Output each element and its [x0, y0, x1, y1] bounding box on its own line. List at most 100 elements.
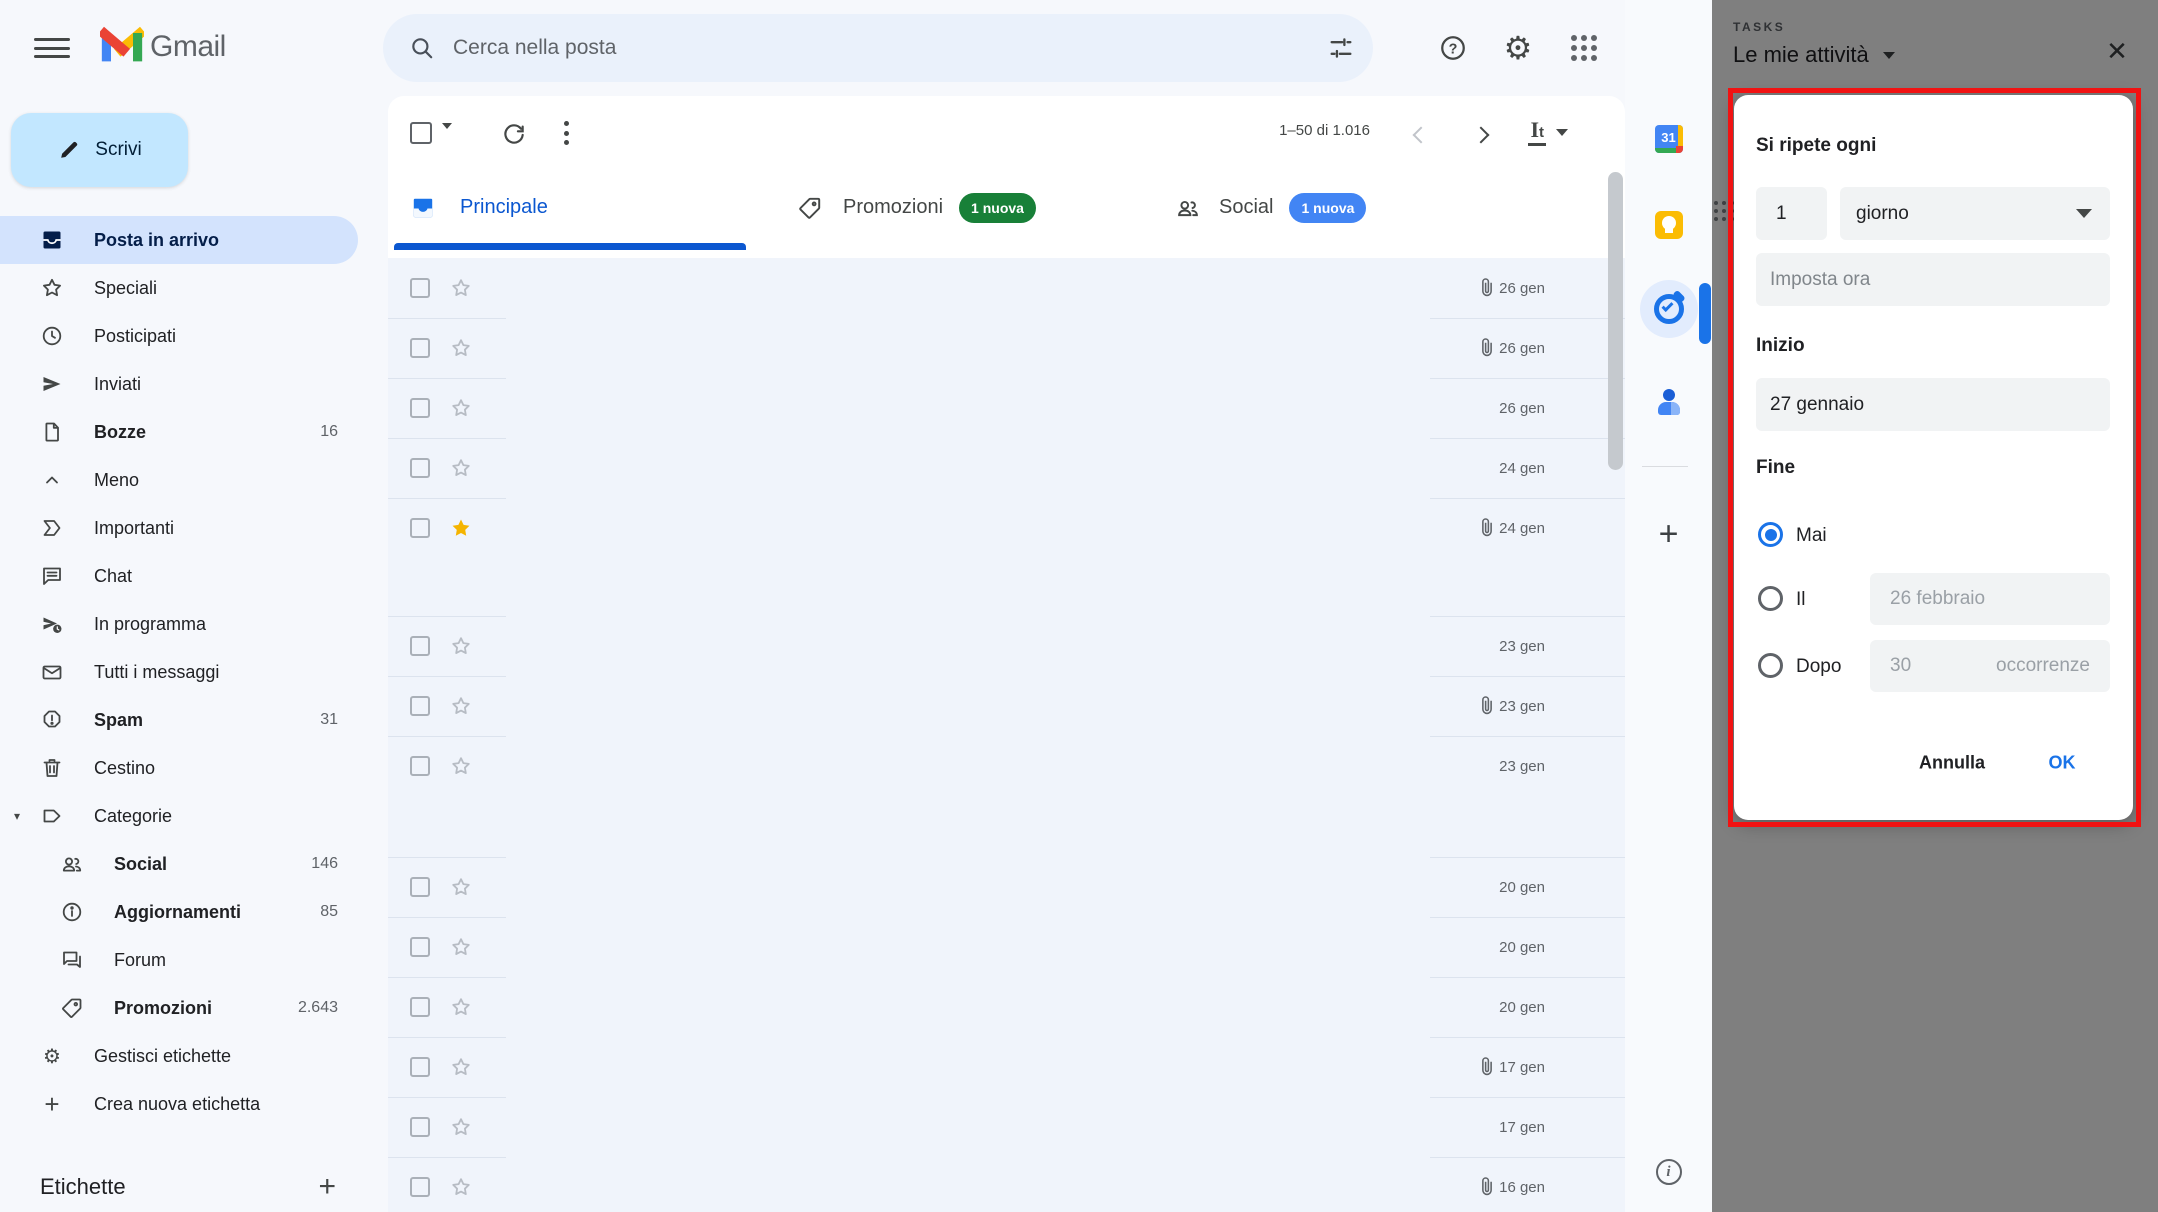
- sidebar-item-spam[interactable]: Spam 31: [0, 696, 358, 744]
- email-row[interactable]: 17 gen: [388, 1037, 1625, 1097]
- tab-principale[interactable]: Principale: [410, 165, 548, 250]
- older-page-chevron-icon[interactable]: [1466, 120, 1496, 150]
- settings-gear-icon[interactable]: ⚙: [1494, 24, 1542, 72]
- select-all-checkbox[interactable]: [410, 122, 432, 144]
- row-checkbox[interactable]: [410, 518, 430, 538]
- calendar-icon[interactable]: 31: [1655, 125, 1683, 153]
- email-row[interactable]: 16 gen: [388, 1157, 1625, 1212]
- chat-icon: [40, 564, 64, 588]
- star-toggle-icon[interactable]: [448, 1054, 474, 1080]
- row-checkbox[interactable]: [410, 278, 430, 298]
- row-checkbox[interactable]: [410, 1117, 430, 1137]
- compose-button[interactable]: Scrivi: [11, 113, 188, 187]
- sidebar-item-posticipati[interactable]: Posticipati: [0, 312, 358, 360]
- star-toggle-icon[interactable]: [448, 515, 474, 541]
- refresh-icon[interactable]: [496, 117, 532, 153]
- sidebar-item-aggiornamenti[interactable]: Aggiornamenti 85: [0, 888, 358, 936]
- inbox-icon: [40, 228, 64, 252]
- sidebar-item-label: Gestisci etichette: [94, 1046, 231, 1067]
- select-dropdown-caret-icon[interactable]: [442, 129, 452, 147]
- row-checkbox[interactable]: [410, 696, 430, 716]
- search-filter-icon[interactable]: [1327, 34, 1355, 62]
- row-checkbox[interactable]: [410, 636, 430, 656]
- sidebar-item-in-programma[interactable]: In programma: [0, 600, 358, 648]
- tab-social[interactable]: Social 1 nuova: [1175, 165, 1366, 250]
- sidebar-item-chat[interactable]: Chat: [0, 552, 358, 600]
- pencil-icon: [57, 138, 81, 162]
- sidebar-item-inviati[interactable]: Inviati: [0, 360, 358, 408]
- sidebar-item-crea-nuova-etichetta[interactable]: + Crea nuova etichetta: [0, 1080, 358, 1128]
- star-toggle-icon[interactable]: [448, 335, 474, 361]
- help-icon[interactable]: ?: [1429, 24, 1477, 72]
- sidebar-item-importanti[interactable]: Importanti: [0, 504, 358, 552]
- star-toggle-icon[interactable]: [448, 753, 474, 779]
- active-tab-underline: [394, 243, 746, 250]
- email-row[interactable]: 26 gen: [388, 378, 1625, 438]
- search-bar[interactable]: [383, 14, 1373, 82]
- star-toggle-icon[interactable]: [448, 693, 474, 719]
- tab-promozioni[interactable]: Promozioni 1 nuova: [797, 165, 1036, 250]
- more-options-icon[interactable]: [564, 121, 570, 145]
- create-label-plus-icon[interactable]: +: [318, 1170, 336, 1204]
- attachment-clip-icon: [1475, 1175, 1499, 1199]
- svg-text:?: ?: [1449, 41, 1458, 57]
- sidebar-item-cestino[interactable]: Cestino: [0, 744, 358, 792]
- search-icon[interactable]: [409, 35, 435, 61]
- email-row[interactable]: 24 gen: [388, 438, 1625, 498]
- email-row[interactable]: 20 gen: [388, 917, 1625, 977]
- star-toggle-icon[interactable]: [448, 934, 474, 960]
- sidebar-item-speciali[interactable]: Speciali: [0, 264, 358, 312]
- scrollbar-thumb[interactable]: [1608, 172, 1623, 470]
- sidebar-item-forum[interactable]: Forum: [0, 936, 358, 984]
- info-icon[interactable]: i: [1656, 1159, 1682, 1185]
- email-row[interactable]: 23 gen: [388, 676, 1625, 736]
- sidebar-item-promozioni[interactable]: Promozioni 2.643: [0, 984, 358, 1032]
- tasks-icon[interactable]: [1640, 280, 1698, 338]
- contacts-icon[interactable]: [1655, 388, 1683, 416]
- keep-icon[interactable]: [1655, 211, 1683, 239]
- email-row[interactable]: 20 gen: [388, 857, 1625, 917]
- promotions-tag-icon: [797, 195, 823, 221]
- newer-page-chevron-icon[interactable]: [1406, 120, 1436, 150]
- sidebar-item-tutti-i-messaggi[interactable]: Tutti i messaggi: [0, 648, 358, 696]
- star-toggle-icon[interactable]: [448, 1114, 474, 1140]
- sidebar-item-gestisci-etichette[interactable]: ⚙ Gestisci etichette: [0, 1032, 358, 1080]
- star-toggle-icon[interactable]: [448, 455, 474, 481]
- row-checkbox[interactable]: [410, 398, 430, 418]
- row-checkbox[interactable]: [410, 997, 430, 1017]
- row-checkbox[interactable]: [410, 458, 430, 478]
- apps-grid-icon[interactable]: [1560, 24, 1608, 72]
- email-row[interactable]: 20 gen: [388, 977, 1625, 1037]
- add-addon-plus-icon[interactable]: +: [1659, 515, 1679, 554]
- row-checkbox[interactable]: [410, 1057, 430, 1077]
- email-row[interactable]: 23 gen: [388, 616, 1625, 676]
- sidebar-item-categorie[interactable]: ▾ Categorie: [0, 792, 358, 840]
- star-toggle-icon[interactable]: [448, 1174, 474, 1200]
- labels-section-header: Etichette +: [0, 1162, 358, 1212]
- star-toggle-icon[interactable]: [448, 633, 474, 659]
- sidebar-item-posta-in-arrivo[interactable]: Posta in arrivo: [0, 216, 358, 264]
- sidebar-item-bozze[interactable]: Bozze 16: [0, 408, 358, 456]
- email-row[interactable]: 26 gen: [388, 318, 1625, 378]
- email-row[interactable]: 26 gen: [388, 258, 1625, 318]
- email-row[interactable]: 23 gen: [388, 736, 1625, 857]
- email-row[interactable]: 24 gen: [388, 498, 1625, 616]
- row-checkbox[interactable]: [410, 877, 430, 897]
- sidebar-item-label: Bozze: [94, 422, 146, 443]
- row-checkbox[interactable]: [410, 756, 430, 776]
- email-row[interactable]: 17 gen: [388, 1097, 1625, 1157]
- star-toggle-icon[interactable]: [448, 395, 474, 421]
- row-checkbox[interactable]: [410, 937, 430, 957]
- main-menu-icon[interactable]: [34, 34, 70, 62]
- star-toggle-icon[interactable]: [448, 874, 474, 900]
- star-toggle-icon[interactable]: [448, 994, 474, 1020]
- search-input[interactable]: [453, 36, 1327, 60]
- sidebar-item-social[interactable]: Social 146: [0, 840, 358, 888]
- row-checkbox[interactable]: [410, 338, 430, 358]
- star-toggle-icon[interactable]: [448, 275, 474, 301]
- labels-header-title: Etichette: [40, 1174, 126, 1200]
- sidebar-item-meno[interactable]: Meno: [0, 456, 358, 504]
- row-checkbox[interactable]: [410, 1177, 430, 1197]
- expand-caret-icon[interactable]: ▾: [14, 809, 20, 823]
- input-tools-selector[interactable]: It: [1528, 118, 1568, 146]
